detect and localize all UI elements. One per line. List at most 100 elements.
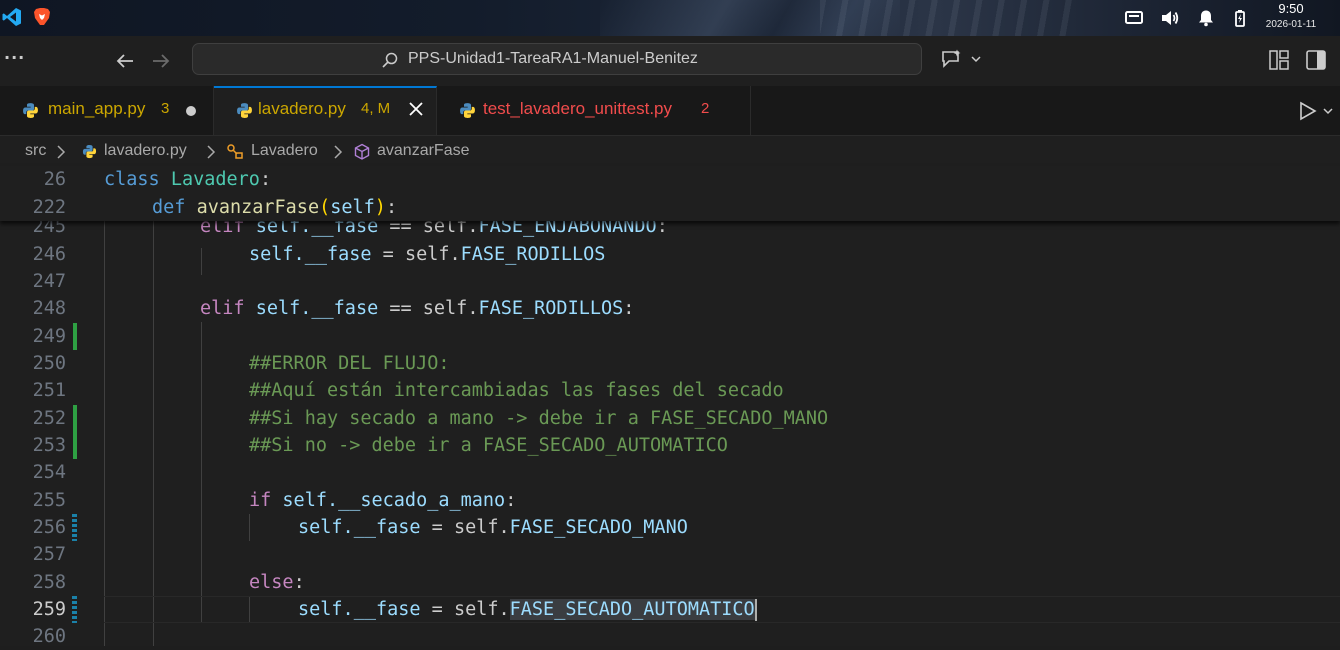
line-number: 258: [32, 572, 66, 593]
comment-text: ##Aquí están intercambiadas las fases de…: [249, 380, 784, 401]
toggle-sidebar-icon[interactable]: [1305, 49, 1327, 71]
comment-text: ##Si no -> debe ir a FASE_SECADO_AUTOMAT…: [249, 435, 728, 456]
clock-time[interactable]: 9:50: [1260, 1, 1322, 16]
selected-text: FASE_SECADO_AUTOMATICO: [509, 599, 755, 620]
bell-icon[interactable]: [1196, 8, 1216, 28]
added-line-marker[interactable]: [73, 405, 77, 432]
tab-main-app[interactable]: main_app.py 3: [0, 86, 214, 135]
line-number: 257: [32, 544, 66, 565]
vscode-icon[interactable]: [2, 7, 22, 27]
line-number: 26: [43, 169, 66, 190]
chevron-right-icon: [57, 145, 66, 159]
battery-icon[interactable]: [1230, 8, 1250, 28]
editor-tab-bar: main_app.py 3 lavadero.py 4, M test_lava…: [0, 86, 1340, 136]
sticky-line[interactable]: 26 class Lavadero:: [0, 166, 1340, 193]
sticky-line[interactable]: 222 def avanzarFase(self):: [0, 194, 1340, 221]
code-line[interactable]: 257: [0, 541, 1340, 568]
command-center-label: PPS-Unidad1-TareaRA1-Manuel-Benitez: [408, 50, 698, 67]
code-line[interactable]: 256 self.__fase = self.FASE_SECADO_MANO: [0, 514, 1340, 541]
code-text: elif self.__fase == self.FASE_RODILLOS:: [200, 298, 635, 319]
breadcrumb-file[interactable]: lavadero.py: [104, 142, 187, 160]
forward-arrow-icon[interactable]: [149, 49, 173, 73]
line-number: 250: [32, 353, 66, 374]
line-number: 259: [32, 599, 66, 620]
python-file-icon: [23, 103, 38, 118]
method-symbol-icon: [354, 143, 370, 160]
tab-test-lavadero[interactable]: test_lavadero_unittest.py 2: [437, 86, 751, 135]
line-number: 247: [32, 271, 66, 292]
chevron-right-icon: [207, 145, 216, 159]
class-symbol-icon: [227, 144, 243, 159]
brave-icon[interactable]: [32, 7, 52, 27]
close-icon[interactable]: [407, 100, 425, 118]
line-number: 255: [32, 490, 66, 511]
code-line[interactable]: 254: [0, 459, 1340, 486]
run-python-file-icon[interactable]: [1297, 100, 1337, 122]
modified-line-marker[interactable]: [72, 514, 77, 541]
line-number: 256: [32, 517, 66, 538]
tab-lavadero[interactable]: lavadero.py 4, M: [214, 86, 437, 135]
code-line[interactable]: 248 elif self.__fase == self.FASE_RODILL…: [0, 295, 1340, 322]
tab-label: lavadero.py: [258, 99, 346, 118]
unsaved-dot-icon[interactable]: [186, 106, 196, 116]
line-number: 248: [32, 298, 66, 319]
command-center-search[interactable]: PPS-Unidad1-TareaRA1-Manuel-Benitez: [192, 43, 922, 75]
sticky-scroll-header[interactable]: 26 class Lavadero: 222 def avanzarFase(s…: [0, 166, 1340, 221]
more-actions-icon[interactable]: ···: [4, 48, 24, 70]
code-text: else:: [249, 572, 305, 593]
python-file-icon: [237, 103, 252, 118]
problems-count-badge: 4, M: [361, 100, 391, 117]
search-icon: [382, 52, 398, 68]
problems-count-badge: 2: [701, 100, 710, 117]
breadcrumb-class[interactable]: Lavadero: [251, 142, 318, 160]
python-file-icon: [82, 144, 97, 159]
code-line-current[interactable]: 259 self.__fase = self.FASE_SECADO_AUTOM…: [0, 596, 1340, 623]
code-line[interactable]: 253 ##Si no -> debe ir a FASE_SECADO_AUT…: [0, 432, 1340, 459]
comment-text: ##ERROR DEL FLUJO:: [249, 353, 450, 374]
breadcrumb-folder[interactable]: src: [25, 142, 46, 160]
line-number: 249: [32, 326, 66, 347]
wallpaper-decoration: [820, 0, 1080, 36]
code-line[interactable]: 246 self.__fase = self.FASE_RODILLOS: [0, 241, 1340, 268]
line-number: 251: [32, 380, 66, 401]
code-text: if self.__secado_a_mano:: [249, 490, 517, 511]
code-line[interactable]: 252 ##Si hay secado a mano -> debe ir a …: [0, 405, 1340, 432]
problems-count-badge: 3: [161, 100, 170, 117]
display-icon[interactable]: [1124, 8, 1144, 28]
python-file-icon: [460, 103, 475, 118]
modified-line-marker[interactable]: [72, 596, 77, 623]
chevron-right-icon: [334, 145, 343, 159]
added-line-marker[interactable]: [73, 323, 77, 350]
code-text: def avanzarFase(self):: [152, 197, 398, 218]
back-arrow-icon[interactable]: [113, 49, 137, 73]
copilot-chat-icon[interactable]: [940, 48, 988, 72]
code-editor[interactable]: 26 class Lavadero: 222 def avanzarFase(s…: [0, 166, 1340, 647]
tab-label: main_app.py: [48, 99, 146, 118]
added-line-marker[interactable]: [73, 432, 77, 459]
line-number: 253: [32, 435, 66, 456]
code-line[interactable]: 258 else:: [0, 569, 1340, 596]
code-text: self.__fase = self.FASE_RODILLOS: [249, 244, 606, 265]
breadcrumb-method[interactable]: avanzarFase: [377, 142, 470, 160]
code-line[interactable]: 255 if self.__secado_a_mano:: [0, 487, 1340, 514]
title-bar: ··· PPS-Unidad1-TareaRA1-Manuel-Benitez: [0, 36, 1340, 86]
line-number: 246: [32, 244, 66, 265]
code-line[interactable]: 249: [0, 323, 1340, 350]
clock-date[interactable]: 2026-01-11: [1256, 19, 1326, 30]
customize-layout-icon[interactable]: [1268, 49, 1290, 71]
code-line[interactable]: 247: [0, 268, 1340, 295]
line-number: 254: [32, 462, 66, 483]
comment-text: ##Si hay secado a mano -> debe ir a FASE…: [249, 408, 829, 429]
volume-icon[interactable]: [1160, 8, 1180, 28]
tab-label: test_lavadero_unittest.py: [483, 99, 673, 118]
code-line[interactable]: 251 ##Aquí están intercambiadas las fase…: [0, 377, 1340, 404]
os-taskbar: 9:50 2026-01-11: [0, 0, 1340, 36]
code-line[interactable]: 250 ##ERROR DEL FLUJO:: [0, 350, 1340, 377]
line-number: 252: [32, 408, 66, 429]
code-text: class Lavadero:: [104, 169, 272, 190]
text-cursor: [754, 599, 757, 621]
line-number: 222: [32, 197, 66, 218]
code-text: self.__fase = self.FASE_SECADO_MANO: [298, 517, 688, 538]
breadcrumb: src lavadero.py Lavadero avanzarFase: [0, 136, 1340, 166]
code-text: self.__fase = self.FASE_SECADO_AUTOMATIC…: [298, 599, 757, 621]
